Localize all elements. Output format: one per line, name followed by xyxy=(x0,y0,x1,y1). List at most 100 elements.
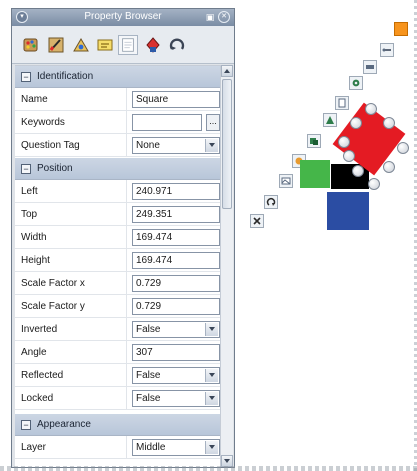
page-icon[interactable] xyxy=(335,96,349,110)
selection-handle[interactable] xyxy=(383,161,395,173)
row-label: Left xyxy=(21,186,38,197)
scroll-thumb[interactable] xyxy=(222,79,232,209)
section-appearance[interactable]: − Appearance xyxy=(15,414,220,436)
row-width: Width 169.474 xyxy=(15,226,220,249)
select-value: False xyxy=(136,393,161,404)
angle-field[interactable]: 307 xyxy=(132,344,220,361)
row-label: Locked xyxy=(21,393,54,404)
canvas-area[interactable] xyxy=(236,8,417,471)
scale-y-field[interactable]: 0.729 xyxy=(132,298,220,315)
row-reflected: Reflected False xyxy=(15,364,220,387)
green-square[interactable] xyxy=(300,160,330,188)
shape-icon[interactable] xyxy=(144,36,162,54)
selection-handle[interactable] xyxy=(383,117,395,129)
row-label: Question Tag xyxy=(21,140,80,151)
title-bar: ▾ Property Browser ▣ ✕ xyxy=(12,9,234,26)
resize-icon[interactable] xyxy=(250,214,264,228)
section-label: Appearance xyxy=(37,419,91,430)
scale-x-field[interactable]: 0.729 xyxy=(132,275,220,292)
selection-handle[interactable] xyxy=(365,103,377,115)
row-label: Scale Factor x xyxy=(21,278,85,289)
chevron-down-icon[interactable] xyxy=(205,441,218,454)
name-field[interactable]: Square xyxy=(132,91,220,108)
row-locked: Locked False xyxy=(15,387,220,410)
locked-select[interactable]: False xyxy=(132,390,220,407)
palette-icon[interactable] xyxy=(22,36,40,54)
link-icon[interactable] xyxy=(380,43,394,57)
row-label: Layer xyxy=(21,442,47,453)
row-name: Name Square xyxy=(15,88,220,111)
chevron-down-icon[interactable] xyxy=(205,392,218,405)
row-label: Scale Factor y xyxy=(21,301,85,312)
window-title: Property Browser xyxy=(84,11,162,22)
top-field[interactable]: 249.351 xyxy=(132,206,220,223)
row-label: Top xyxy=(21,209,38,220)
row-scale-y: Scale Factor y 0.729 xyxy=(15,295,220,318)
selection-handle[interactable] xyxy=(350,117,362,129)
row-label: Keywords xyxy=(21,117,65,128)
section-identification[interactable]: − Identification xyxy=(15,66,220,88)
row-left: Left 240.971 xyxy=(15,180,220,203)
layer-select[interactable]: Middle xyxy=(132,439,220,456)
row-label: Width xyxy=(21,232,47,243)
selection-handle[interactable] xyxy=(397,142,409,154)
section-position[interactable]: − Position xyxy=(15,158,220,180)
property-toolbar xyxy=(12,26,234,64)
text-style-icon[interactable] xyxy=(96,36,114,54)
row-top: Top 249.351 xyxy=(15,203,220,226)
row-layer: Layer Middle xyxy=(15,436,220,459)
fill-icon[interactable] xyxy=(72,36,90,54)
rotate-icon[interactable] xyxy=(264,195,278,209)
selection-handle[interactable] xyxy=(343,150,355,162)
property-grid: − Identification Name Square Keywords ..… xyxy=(15,65,220,467)
collapse-icon[interactable]: − xyxy=(21,420,31,430)
pin-button[interactable]: ▣ xyxy=(204,11,216,23)
gear-icon[interactable] xyxy=(349,76,363,90)
question-tag-select[interactable]: None xyxy=(132,137,220,154)
row-label: Height xyxy=(21,255,50,266)
row-height: Height 169.474 xyxy=(15,249,220,272)
blue-square[interactable] xyxy=(327,192,369,230)
select-value: Middle xyxy=(136,442,166,453)
height-field[interactable]: 169.474 xyxy=(132,252,220,269)
row-scale-x: Scale Factor x 0.729 xyxy=(15,272,220,295)
chevron-down-icon[interactable] xyxy=(205,139,218,152)
row-keywords: Keywords ... xyxy=(15,111,220,134)
chevron-down-icon[interactable] xyxy=(205,323,218,336)
vertical-scrollbar[interactable] xyxy=(220,65,233,467)
selection-handle[interactable] xyxy=(352,165,364,177)
scroll-up-arrow-icon[interactable] xyxy=(221,65,233,77)
keywords-field[interactable] xyxy=(132,114,202,131)
collapse-icon[interactable]: − xyxy=(21,164,31,174)
selection-handle[interactable] xyxy=(338,136,350,148)
keywords-browse-button[interactable]: ... xyxy=(206,114,220,131)
reflected-select[interactable]: False xyxy=(132,367,220,384)
left-field[interactable]: 240.971 xyxy=(132,183,220,200)
selection-handle[interactable] xyxy=(368,178,380,190)
row-label: Angle xyxy=(21,347,47,358)
row-label: Reflected xyxy=(21,370,64,381)
brush-icon[interactable] xyxy=(47,36,65,54)
select-value: False xyxy=(136,324,161,335)
width-field[interactable]: 169.474 xyxy=(132,229,220,246)
section-label: Identification xyxy=(37,71,94,82)
rotate-icon[interactable] xyxy=(168,36,186,54)
chevron-down-icon[interactable] xyxy=(205,369,218,382)
orange-square-icon[interactable] xyxy=(394,22,408,36)
page-icon[interactable] xyxy=(118,35,138,55)
inverted-select[interactable]: False xyxy=(132,321,220,338)
image-icon[interactable] xyxy=(279,174,293,188)
collapse-icon[interactable]: − xyxy=(21,72,31,82)
row-question-tag: Question Tag None xyxy=(15,134,220,157)
row-angle: Angle 307 xyxy=(15,341,220,364)
section-label: Position xyxy=(37,163,73,174)
tag-icon[interactable] xyxy=(363,60,377,74)
row-label: Name xyxy=(21,94,48,105)
torn-edge-decoration xyxy=(0,466,417,471)
layers-icon[interactable] xyxy=(307,134,321,148)
close-button[interactable]: ✕ xyxy=(218,11,230,23)
triangle-icon[interactable] xyxy=(323,113,337,127)
select-value: None xyxy=(136,140,160,151)
row-label: Inverted xyxy=(21,324,58,335)
property-browser-panel: ▾ Property Browser ▣ ✕ − Identification … xyxy=(11,8,235,468)
